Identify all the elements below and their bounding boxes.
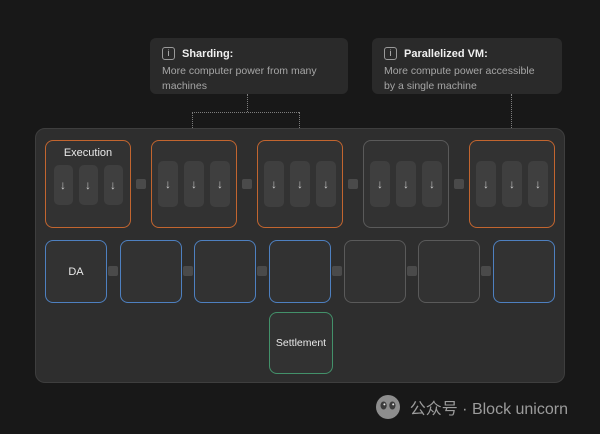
down-arrow-tile: ↓ xyxy=(54,165,73,205)
tooltip-sharding-title: Sharding: xyxy=(182,48,233,60)
da-node xyxy=(493,240,555,303)
tile-group: ↓ ↓ ↓ xyxy=(370,161,442,207)
connector-node xyxy=(183,266,193,276)
da-node xyxy=(418,240,480,303)
connector-node xyxy=(136,179,146,189)
connector-node xyxy=(407,266,417,276)
execution-node: ↓ ↓ ↓ xyxy=(363,140,449,228)
da-node xyxy=(120,240,182,303)
execution-label: Execution xyxy=(64,147,112,159)
da-node xyxy=(344,240,406,303)
dotted-line-sharding-branch xyxy=(192,112,299,113)
execution-node-labeled: Execution ↓ ↓ ↓ xyxy=(45,140,131,228)
tooltip-parallelized-vm-body: More compute power accessible by a singl… xyxy=(384,64,550,94)
canvas: i Sharding: More computer power from man… xyxy=(0,0,600,434)
dotted-line-sharding-stem xyxy=(247,94,248,112)
tooltip-sharding-body: More computer power from many machines xyxy=(162,64,336,94)
settlement-node: Settlement xyxy=(269,312,333,374)
tile-group: ↓ ↓ ↓ xyxy=(54,165,123,205)
tile-group: ↓ ↓ ↓ xyxy=(158,161,230,207)
connector-node xyxy=(481,266,491,276)
down-arrow-tile: ↓ xyxy=(316,161,336,207)
connector-node xyxy=(108,266,118,276)
down-arrow-tile: ↓ xyxy=(104,165,123,205)
down-arrow-tile: ↓ xyxy=(79,165,98,205)
da-node xyxy=(269,240,331,303)
down-arrow-tile: ↓ xyxy=(370,161,390,207)
down-arrow-tile: ↓ xyxy=(422,161,442,207)
da-node xyxy=(194,240,256,303)
wechat-icon xyxy=(375,394,401,420)
tooltip-parallelized-vm-title: Parallelized VM: xyxy=(404,48,488,60)
connector-node xyxy=(257,266,267,276)
execution-node: ↓ ↓ ↓ xyxy=(151,140,237,228)
tile-group: ↓ ↓ ↓ xyxy=(476,161,548,207)
down-arrow-tile: ↓ xyxy=(158,161,178,207)
down-arrow-tile: ↓ xyxy=(184,161,204,207)
down-arrow-tile: ↓ xyxy=(502,161,522,207)
down-arrow-tile: ↓ xyxy=(290,161,310,207)
info-icon: i xyxy=(384,47,397,60)
down-arrow-tile: ↓ xyxy=(264,161,284,207)
da-label: DA xyxy=(68,266,83,278)
watermark-text: 公众号 · Block unicorn xyxy=(410,395,568,419)
settlement-label: Settlement xyxy=(276,337,326,349)
connector-node xyxy=(454,179,464,189)
tooltip-parallelized-vm-header: i Parallelized VM: xyxy=(384,47,550,60)
down-arrow-tile: ↓ xyxy=(396,161,416,207)
tooltip-parallelized-vm: i Parallelized VM: More compute power ac… xyxy=(372,38,562,94)
execution-node: ↓ ↓ ↓ xyxy=(257,140,343,228)
watermark: 公众号 · Block unicorn xyxy=(375,394,568,420)
info-icon: i xyxy=(162,47,175,60)
tile-group: ↓ ↓ ↓ xyxy=(264,161,336,207)
tooltip-sharding: i Sharding: More computer power from man… xyxy=(150,38,348,94)
execution-node: ↓ ↓ ↓ xyxy=(469,140,555,228)
down-arrow-tile: ↓ xyxy=(528,161,548,207)
da-node-labeled: DA xyxy=(45,240,107,303)
down-arrow-tile: ↓ xyxy=(210,161,230,207)
connector-node xyxy=(332,266,342,276)
connector-node xyxy=(242,179,252,189)
connector-node xyxy=(348,179,358,189)
down-arrow-tile: ↓ xyxy=(476,161,496,207)
tooltip-sharding-header: i Sharding: xyxy=(162,47,336,60)
